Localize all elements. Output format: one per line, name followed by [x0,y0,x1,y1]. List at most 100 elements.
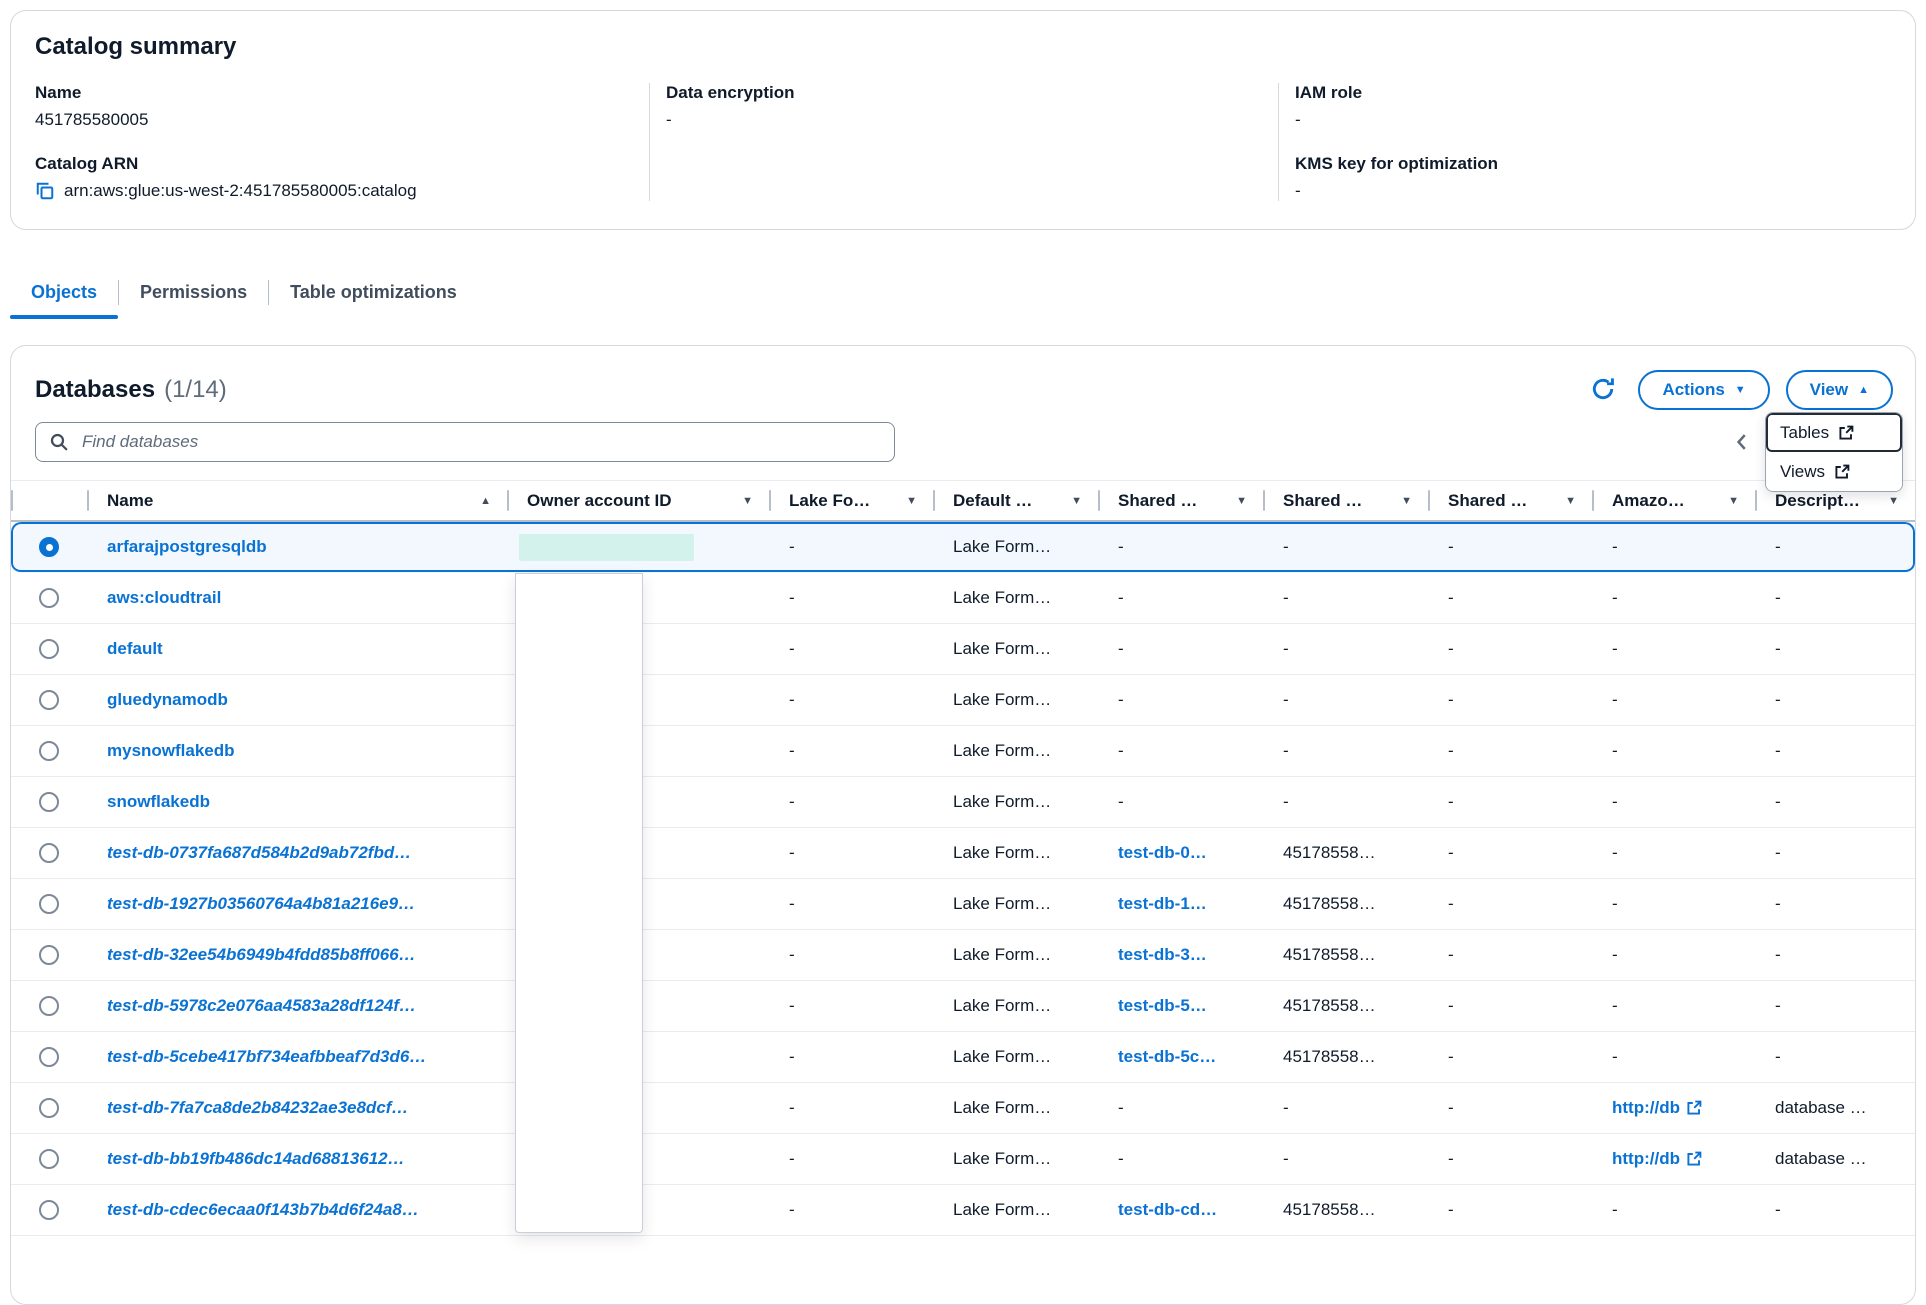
filter-dropdown-icon[interactable]: ▼ [1720,495,1739,507]
description-cell: - [1755,1047,1915,1067]
menu-item-label: Views [1780,462,1825,482]
filter-dropdown-icon[interactable]: ▼ [898,495,917,507]
filter-dropdown-icon[interactable]: ▼ [1063,495,1082,507]
shared-database-link[interactable]: test-db-1… [1118,894,1207,913]
column-header-shared[interactable]: Shared …▼ [1098,481,1263,520]
table-header-row: Name▲Owner account ID▼Lake Fo…▼Default …… [11,480,1915,522]
shared-database-cell: test-db-5c… [1098,1047,1263,1067]
filter-dropdown-icon[interactable]: ▼ [1228,495,1247,507]
table-row[interactable]: test-db-bb19fb486dc14ad68813612…-Lake Fo… [11,1134,1915,1185]
row-radio[interactable] [39,1149,59,1169]
owner-edit-highlight[interactable] [519,534,694,561]
database-name-link[interactable]: test-db-bb19fb486dc14ad68813612… [107,1149,405,1168]
row-radio[interactable] [39,843,59,863]
filter-dropdown-icon[interactable]: ▼ [1880,495,1899,507]
database-url-link[interactable]: http://db [1612,1149,1702,1169]
refresh-button[interactable] [1584,371,1622,409]
column-header-shared[interactable]: Shared …▼ [1263,481,1428,520]
owner-account-dropdown[interactable] [515,573,643,1233]
database-name-link[interactable]: test-db-5978c2e076aa4583a28df124f… [107,996,416,1015]
shared-database-link[interactable]: test-db-0… [1118,843,1207,862]
row-radio[interactable] [39,894,59,914]
row-radio[interactable] [39,588,59,608]
view-dropdown-menu: Tables Views [1765,412,1903,492]
kms-key-value: - [1295,181,1871,201]
name-cell: test-db-cdec6ecaa0f143b7b4d6f24a8… [87,1200,507,1220]
database-name-link[interactable]: mysnowflakedb [107,741,235,760]
tab-table-optimizations[interactable]: Table optimizations [269,272,478,317]
table-row[interactable]: mysnowflakedb-Lake Form…----- [11,726,1915,777]
row-radio[interactable] [39,741,59,761]
filter-dropdown-icon[interactable]: ▼ [1557,495,1576,507]
table-row[interactable]: test-db-7fa7ca8de2b84232ae3e8dcf…-Lake F… [11,1083,1915,1134]
database-name-link[interactable]: test-db-0737fa687d584b2d9ab72fbd… [107,843,411,862]
table-row[interactable]: test-db-cdec6ecaa0f143b7b4d6f24a8…-Lake … [11,1185,1915,1236]
menu-item-tables[interactable]: Tables [1766,413,1902,452]
name-cell: test-db-0737fa687d584b2d9ab72fbd… [87,843,507,863]
search-input[interactable] [35,422,895,462]
amazon-resource-cell: - [1592,1200,1755,1220]
table-row[interactable]: default-Lake Form…----- [11,624,1915,675]
row-radio[interactable] [39,996,59,1016]
database-name-link[interactable]: arfarajpostgresqldb [107,537,267,556]
shared-database-link[interactable]: test-db-5c… [1118,1047,1216,1066]
filter-dropdown-icon[interactable]: ▼ [734,495,753,507]
database-name-link[interactable]: test-db-32ee54b6949b4fdd85b8ff066… [107,945,416,964]
table-row[interactable]: snowflakedb-Lake Form…----- [11,777,1915,828]
row-radio[interactable] [39,1047,59,1067]
row-radio[interactable] [39,945,59,965]
table-row[interactable]: test-db-1927b03560764a4b81a216e9…-Lake F… [11,879,1915,930]
row-radio[interactable] [39,690,59,710]
database-name-link[interactable]: test-db-1927b03560764a4b81a216e9… [107,894,415,913]
database-name-link[interactable]: snowflakedb [107,792,210,811]
chevron-left-icon[interactable] [1731,431,1753,453]
menu-item-views[interactable]: Views [1766,452,1902,491]
shared-account-cell: - [1263,690,1428,710]
table-row[interactable]: gluedynamodb-Lake Form…----- [11,675,1915,726]
owner-account-cell[interactable] [507,534,769,561]
database-name-link[interactable]: aws:cloudtrail [107,588,221,607]
database-url-text: http://db [1612,1149,1680,1169]
table-row[interactable]: test-db-5978c2e076aa4583a28df124f…-Lake … [11,981,1915,1032]
row-radio[interactable] [39,537,59,557]
database-url-link[interactable]: http://db [1612,1098,1702,1118]
row-radio[interactable] [39,1200,59,1220]
shared-database-link[interactable]: test-db-3… [1118,945,1207,964]
database-name-link[interactable]: gluedynamodb [107,690,228,709]
column-header-owner-account-id[interactable]: Owner account ID▼ [507,481,769,520]
table-row[interactable]: test-db-0737fa687d584b2d9ab72fbd…-Lake F… [11,828,1915,879]
default-permissions-cell: Lake Form… [933,1047,1098,1067]
database-url-text: http://db [1612,1098,1680,1118]
row-radio[interactable] [39,639,59,659]
actions-button[interactable]: Actions ▼ [1638,370,1769,410]
shared-resource-cell: - [1428,690,1592,710]
column-header-name[interactable]: Name▲ [87,481,507,520]
shared-account-cell: 45178558… [1263,945,1428,965]
database-name-link[interactable]: test-db-cdec6ecaa0f143b7b4d6f24a8… [107,1200,419,1219]
row-radio[interactable] [39,1098,59,1118]
lake-formation-cell: - [769,843,933,863]
shared-database-link[interactable]: test-db-5… [1118,996,1207,1015]
filter-dropdown-icon[interactable]: ▼ [1393,495,1412,507]
column-header-default[interactable]: Default …▼ [933,481,1098,520]
column-header-shared[interactable]: Shared …▼ [1428,481,1592,520]
sort-ascending-icon[interactable]: ▲ [472,495,491,507]
table-row[interactable]: arfarajpostgresqldb-Lake Form…----- [11,522,1915,573]
table-row[interactable]: aws:cloudtrail-Lake Form…----- [11,573,1915,624]
tab-objects[interactable]: Objects [10,272,118,317]
shared-database-link[interactable]: test-db-cd… [1118,1200,1217,1219]
database-search [35,422,895,462]
row-select-cell [11,537,87,557]
row-select-cell [11,1149,87,1169]
column-header-amazo[interactable]: Amazo…▼ [1592,481,1755,520]
column-header-lake-fo[interactable]: Lake Fo…▼ [769,481,933,520]
tab-permissions[interactable]: Permissions [119,272,268,317]
view-button[interactable]: View ▲ [1786,370,1893,410]
database-name-link[interactable]: test-db-7fa7ca8de2b84232ae3e8dcf… [107,1098,408,1117]
copy-icon[interactable] [35,181,55,201]
database-name-link[interactable]: default [107,639,163,658]
table-row[interactable]: test-db-32ee54b6949b4fdd85b8ff066…-Lake … [11,930,1915,981]
database-name-link[interactable]: test-db-5cebe417bf734eafbbeaf7d3d6… [107,1047,426,1066]
row-radio[interactable] [39,792,59,812]
table-row[interactable]: test-db-5cebe417bf734eafbbeaf7d3d6… - Lake… [11,1032,1915,1083]
